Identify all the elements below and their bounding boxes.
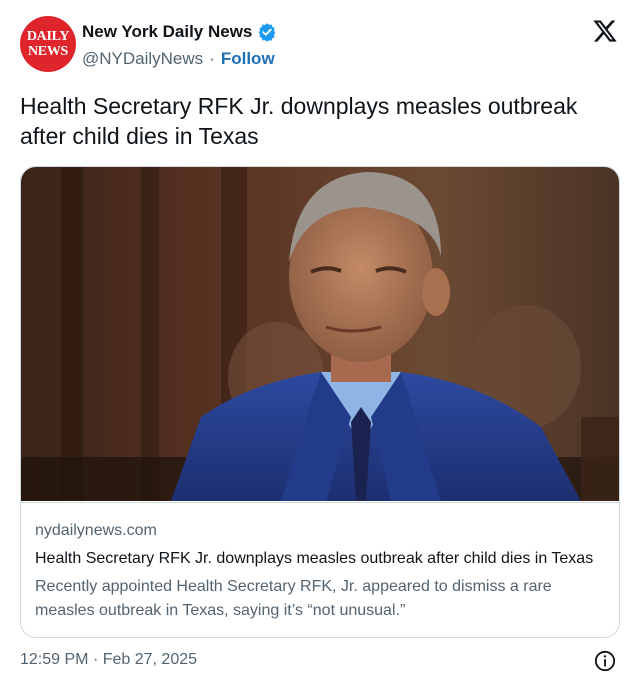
x-logo-icon[interactable] [592,18,618,44]
article-photo [21,167,619,501]
tweet-text: Health Secretary RFK Jr. downplays measl… [20,93,578,149]
info-icon[interactable] [594,650,616,672]
card-body: nydailynews.com Health Secretary RFK Jr.… [21,502,619,637]
card-title: Health Secretary RFK Jr. downplays measl… [35,550,594,567]
avatar-text-news: NEWS [27,44,69,59]
avatar-text-daily: DAILY [26,29,70,44]
tweet-time: 12:59 PM [20,651,89,668]
account-avatar[interactable]: DAILY NEWS [20,16,76,72]
verified-badge-icon [259,23,276,42]
author-handle-row: @NYDailyNews · Follow [82,49,275,69]
follow-button[interactable]: Follow [221,49,275,69]
timestamp-separator: · [92,651,99,668]
author-handle[interactable]: @NYDailyNews [82,49,203,69]
tweet-date: Feb 27, 2025 [102,651,198,668]
author-name[interactable]: New York Daily News [82,22,252,42]
card-description: Recently appointed Health Secretary RFK,… [35,578,552,619]
link-preview-card[interactable]: nydailynews.com Health Secretary RFK Jr.… [20,166,620,638]
tweet-timestamp[interactable]: 12:59 PM · Feb 27, 2025 [20,651,197,669]
author-name-row: New York Daily News [82,21,277,43]
card-domain: nydailynews.com [35,522,157,539]
handle-separator: · [209,49,215,68]
